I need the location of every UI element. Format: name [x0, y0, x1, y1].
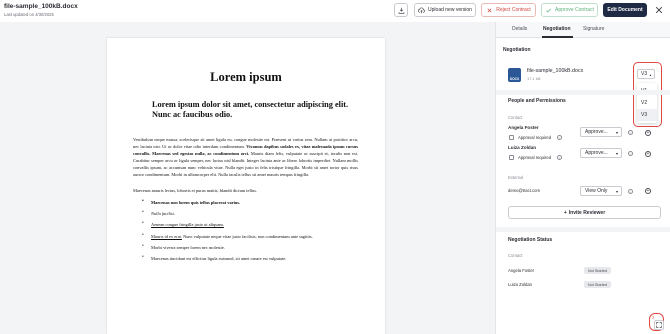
permission-dropdown[interactable]: Approve... ▾ — [580, 127, 622, 137]
document-title: file-sample_100kB.docx — [4, 3, 78, 10]
list-item: Aenean congue fringilla justo ut aliquam… — [142, 221, 313, 233]
invite-reviewer-label: Invite Reviewer — [568, 209, 606, 216]
add-person-icon[interactable]: + — [645, 188, 651, 194]
info-icon[interactable]: i — [557, 135, 562, 140]
version-option-v3[interactable]: V3 — [637, 109, 657, 121]
doc-subheading: Lorem ipsum dolor sit amet, consectetur … — [152, 100, 349, 119]
close-icon — [655, 6, 663, 14]
document-viewer[interactable]: Lorem ipsum Lorem ipsum dolor sit amet, … — [0, 22, 495, 334]
status-badge: Not Started — [584, 281, 611, 288]
version-dropdown-menu: V1 V2 V3 — [637, 83, 657, 123]
doc-bullet-list: Maecenas non lorem quis tellus placerat … — [142, 199, 313, 267]
external-label: External — [508, 175, 524, 180]
doc-paragraph-2: Maecenas mauris lectus, lobortis et puru… — [133, 188, 257, 193]
close-button[interactable] — [654, 5, 664, 15]
status-person-name: Angela Foster — [508, 268, 535, 273]
tab-details[interactable]: Details — [512, 26, 527, 32]
chevron-down-icon: ▾ — [615, 130, 618, 135]
person-name: Angela Foster — [508, 125, 539, 130]
download-button[interactable] — [394, 3, 408, 17]
panel-tabs: Details Negotiation Signature — [496, 22, 670, 38]
file-size: 17.1 kB — [527, 76, 541, 81]
section-divider — [496, 90, 670, 95]
permission-dropdown[interactable]: Approve... ▾ — [580, 148, 622, 158]
edit-document-button[interactable]: Edit Document — [603, 3, 647, 17]
upload-button-label: Upload new version — [428, 7, 472, 13]
approval-required-checkbox[interactable] — [509, 155, 514, 160]
approve-button-label: Approve Contract — [555, 7, 594, 13]
active-tab-indicator — [542, 36, 573, 38]
upload-new-version-button[interactable]: Upload new version — [414, 3, 476, 17]
info-icon[interactable]: i — [628, 151, 633, 156]
top-header: file-sample_100kB.docx Last updated on 4… — [0, 0, 670, 22]
version-selected-value: V3 — [641, 71, 648, 77]
file-name: file-sample_100kB.docx — [527, 68, 584, 74]
list-item: Mauris id ex erat. Nunc vulputate neque … — [142, 233, 313, 245]
list-item: Nulla facilisi. — [142, 210, 313, 222]
chevron-up-icon: ▲ — [649, 73, 652, 77]
reject-button-label: Reject Contract — [496, 7, 531, 13]
people-permissions-title: People and Permissions — [508, 98, 566, 104]
invite-reviewer-button[interactable]: + Invite Reviewer — [508, 206, 661, 219]
check-icon — [546, 8, 551, 13]
approval-required-label: Approval required — [518, 155, 552, 160]
doc-paragraph: Vestibulum neque massa, scelerisque sit … — [133, 137, 359, 177]
permission-dropdown[interactable]: View Only ▾ — [580, 186, 622, 196]
add-person-icon[interactable]: + — [645, 151, 651, 157]
status-person-name: Luiza Zoldan — [508, 282, 532, 287]
add-person-icon[interactable]: + — [645, 130, 651, 136]
last-updated-text: Last updated on 4/30/2025 — [4, 12, 54, 17]
chevron-down-icon: ▾ — [615, 189, 618, 194]
doc-heading: Lorem ipsum — [210, 70, 282, 84]
version-option-v2[interactable]: V2 — [637, 97, 657, 109]
fab-badge: 7 — [652, 315, 655, 320]
expand-button[interactable] — [654, 320, 664, 330]
status-contact-label: Contact — [508, 253, 523, 258]
tab-negotiation[interactable]: Negotiation — [543, 26, 571, 32]
external-person-email: demo@tract.com — [508, 188, 540, 193]
approve-contract-button[interactable]: Approve Contract — [541, 3, 598, 17]
approval-required-label: Approval required — [518, 135, 552, 140]
plus-icon: + — [563, 209, 567, 216]
negotiation-section-title: Negotiation — [503, 47, 531, 53]
reject-contract-button[interactable]: Reject Contract — [481, 3, 536, 17]
cloud-upload-icon — [418, 7, 425, 13]
approval-required-checkbox[interactable] — [509, 135, 514, 140]
list-item: Morbi viverra semper lorem nec molestie. — [142, 244, 313, 256]
download-icon — [398, 7, 404, 14]
tab-signature[interactable]: Signature — [583, 26, 604, 32]
contact-label: Contact — [508, 115, 523, 120]
list-item: Maecenas non lorem quis tellus placerat … — [142, 199, 313, 211]
list-item: Maecenas tincidunt est efficitur ligula … — [142, 255, 313, 267]
info-icon[interactable]: i — [557, 155, 562, 160]
person-name: Luiza Zoldan — [508, 145, 537, 150]
info-icon[interactable]: i — [628, 130, 633, 135]
expand-icon — [656, 322, 662, 328]
docx-file-icon: DOCX — [508, 68, 521, 82]
version-select[interactable]: V3 ▲ — [637, 69, 655, 79]
status-badge: Not Started — [584, 267, 611, 274]
negotiation-status-title: Negotiation Status — [508, 237, 553, 243]
document-page: Lorem ipsum Lorem ipsum dolor sit amet, … — [107, 38, 385, 334]
info-icon[interactable]: i — [628, 189, 633, 194]
chevron-down-icon: ▾ — [615, 151, 618, 156]
side-panel: Details Negotiation Signature Negotiatio… — [495, 22, 670, 334]
section-divider — [496, 227, 670, 232]
x-icon — [487, 8, 492, 12]
